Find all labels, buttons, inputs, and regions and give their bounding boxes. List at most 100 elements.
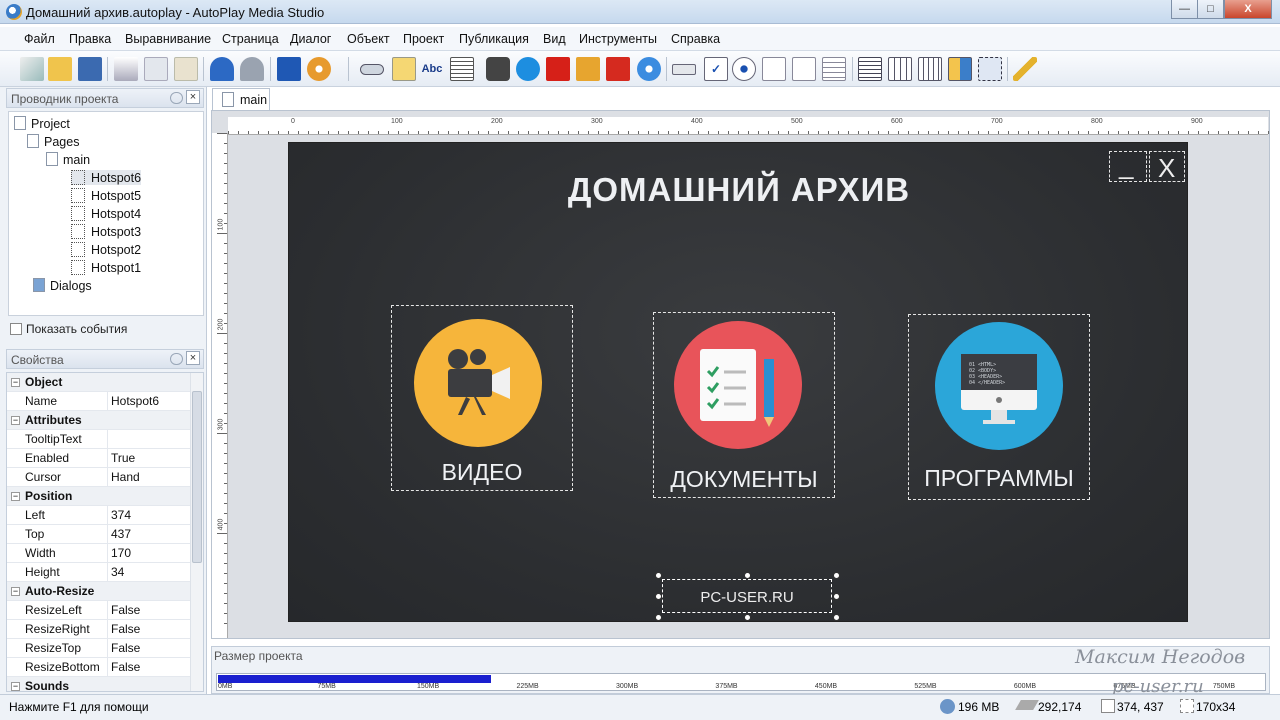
tree-node-hotspot6[interactable]: Hotspot6 (71, 170, 142, 185)
tree-node-hotspot1[interactable]: Hotspot1 (71, 260, 141, 275)
menu-publish[interactable]: Публикация (459, 32, 529, 46)
close-hotspot[interactable]: X (1149, 151, 1185, 183)
property-value[interactable]: 170 (111, 546, 131, 560)
property-category[interactable]: − Position (7, 487, 191, 506)
property-row[interactable]: Name Hotspot6 (7, 392, 191, 411)
image-object-icon[interactable] (392, 57, 416, 81)
combobox-object-icon[interactable] (792, 57, 816, 81)
save-icon[interactable] (78, 57, 102, 81)
tab-main[interactable]: main (212, 88, 270, 110)
property-value[interactable]: True (111, 451, 135, 465)
collapse-icon[interactable]: − (11, 587, 20, 596)
menu-project[interactable]: Проект (403, 32, 444, 46)
web-browser-icon[interactable] (637, 57, 661, 81)
collapse-icon[interactable]: − (11, 378, 20, 387)
property-row[interactable]: Height 34 (7, 563, 191, 582)
resize-handle[interactable] (833, 614, 840, 621)
video-object-icon[interactable] (486, 57, 510, 81)
richtext-object-icon[interactable] (858, 57, 882, 81)
programs-hotspot[interactable]: 01 <HTML> 02 <BODY> 03 <HEADER> 04 </HEA… (908, 314, 1090, 500)
slideshow-icon[interactable] (576, 57, 600, 81)
site-hotspot-selected[interactable]: PC-USER.RU (662, 579, 832, 613)
close-panel-icon[interactable]: × (186, 90, 200, 104)
paragraph-icon[interactable] (450, 57, 474, 81)
tree-node-hotspot4[interactable]: Hotspot4 (71, 206, 141, 221)
collapse-icon[interactable]: − (11, 682, 20, 691)
menu-page[interactable]: Страница (222, 32, 279, 46)
monitor-icon[interactable] (277, 57, 301, 81)
property-row[interactable]: TooltipText (7, 430, 191, 449)
text-object-icon[interactable]: Abc (420, 57, 444, 81)
pdf-icon[interactable] (606, 57, 630, 81)
checkbox-icon[interactable] (10, 323, 22, 335)
minimize-hotspot[interactable]: _ (1109, 150, 1147, 182)
properties-scrollbar[interactable] (190, 373, 203, 691)
property-value[interactable]: 374 (111, 508, 131, 522)
documents-hotspot[interactable]: ДОКУМЕНТЫ (653, 312, 835, 498)
tree-node-project[interactable]: Project (14, 116, 70, 131)
property-row[interactable]: Cursor Hand (7, 468, 191, 487)
collapse-icon[interactable]: − (11, 492, 20, 501)
hotspot-object-icon[interactable] (978, 57, 1002, 81)
quicktime-icon[interactable] (516, 57, 540, 81)
undo-icon[interactable] (210, 57, 234, 81)
resize-handle[interactable] (833, 593, 840, 600)
maximize-button[interactable]: □ (1197, 0, 1224, 19)
menu-tools[interactable]: Инструменты (579, 32, 657, 46)
tree-node-hotspot5[interactable]: Hotspot5 (71, 188, 141, 203)
property-row[interactable]: ResizeBottom False (7, 658, 191, 677)
paste-icon[interactable] (174, 57, 198, 81)
menu-view[interactable]: Вид (543, 32, 566, 46)
property-category[interactable]: − Attributes (7, 411, 191, 430)
resize-handle[interactable] (655, 572, 662, 579)
tree-node-dialogs[interactable]: Dialogs (33, 278, 92, 293)
page-canvas[interactable]: ДОМАШНИЙ АРХИВ _ X ВИДЕО ДОКУМЕНТЫ 01 <H… (288, 142, 1188, 622)
tree-node-pages[interactable]: Pages (27, 134, 79, 149)
close-button[interactable]: X (1224, 0, 1272, 19)
radio-object-icon[interactable] (732, 57, 756, 81)
menu-object[interactable]: Объект (347, 32, 390, 46)
copy-icon[interactable] (144, 57, 168, 81)
menu-file[interactable]: Файл (24, 32, 55, 46)
property-value[interactable]: False (111, 603, 140, 617)
video-hotspot[interactable]: ВИДЕО (391, 305, 573, 491)
checkbox-object-icon[interactable]: ✓ (704, 57, 728, 81)
property-row[interactable]: ResizeLeft False (7, 601, 191, 620)
close-panel-icon[interactable]: × (186, 351, 200, 365)
show-events-checkbox[interactable]: Показать события (10, 322, 127, 336)
resize-handle[interactable] (744, 572, 751, 579)
pin-icon[interactable] (170, 92, 183, 104)
grid-object-icon[interactable] (888, 57, 912, 81)
menu-help[interactable]: Справка (671, 32, 720, 46)
menu-edit[interactable]: Правка (69, 32, 111, 46)
pin-icon[interactable] (170, 353, 183, 365)
resize-handle[interactable] (655, 593, 662, 600)
menu-align[interactable]: Выравнивание (125, 32, 211, 46)
property-row[interactable]: Enabled True (7, 449, 191, 468)
resize-handle[interactable] (833, 572, 840, 579)
collapse-icon[interactable]: − (11, 416, 20, 425)
open-folder-icon[interactable] (48, 57, 72, 81)
input-object-icon[interactable] (672, 64, 696, 75)
flash-icon[interactable] (546, 57, 570, 81)
property-row[interactable]: ResizeRight False (7, 620, 191, 639)
property-row[interactable]: Width 170 (7, 544, 191, 563)
label-object-icon[interactable] (762, 57, 786, 81)
property-value[interactable]: False (111, 622, 140, 636)
menu-dialog[interactable]: Диалог (290, 32, 331, 46)
resize-handle[interactable] (744, 614, 751, 621)
tree-object-icon[interactable] (918, 57, 942, 81)
property-value[interactable]: False (111, 641, 140, 655)
property-row[interactable]: Top 437 (7, 525, 191, 544)
wand-icon[interactable] (20, 57, 44, 81)
pencil-icon[interactable] (1013, 57, 1037, 81)
property-value[interactable]: Hotspot6 (111, 394, 159, 408)
property-row[interactable]: ResizeTop False (7, 639, 191, 658)
property-value[interactable]: 34 (111, 565, 124, 579)
tree-node-hotspot3[interactable]: Hotspot3 (71, 224, 141, 239)
property-category[interactable]: − Sounds (7, 677, 191, 691)
property-category[interactable]: − Object (7, 373, 191, 392)
property-row[interactable]: Left 374 (7, 506, 191, 525)
disc-icon[interactable] (307, 57, 331, 81)
tree-node-hotspot2[interactable]: Hotspot2 (71, 242, 141, 257)
